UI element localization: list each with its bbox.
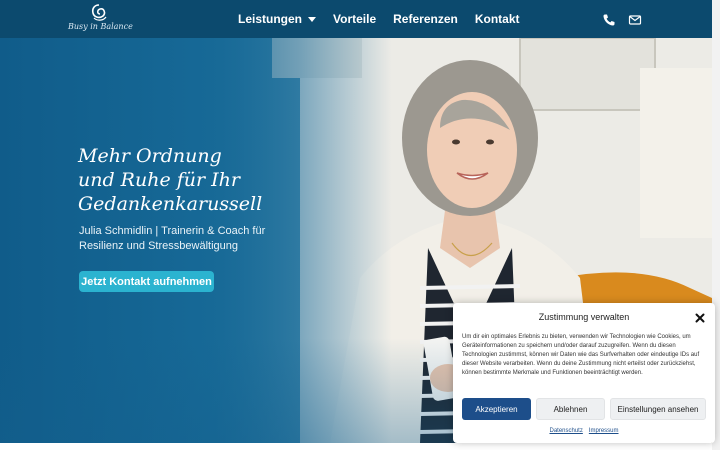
subline-line: Julia Schmidlin | Trainerin & Coach für: [79, 225, 266, 237]
content-start: [0, 443, 712, 450]
consent-text: Um dir ein optimales Erlebnis zu bieten,…: [462, 334, 700, 376]
email-icon[interactable]: [628, 12, 642, 26]
site-header: Busy in Balance Leistungen Vorteile Refe…: [0, 0, 712, 38]
cookie-consent-dialog: Zustimmung verwalten Um dir ein optimale…: [453, 303, 715, 443]
nav-item-label: Leistungen: [238, 12, 303, 26]
close-icon[interactable]: [694, 309, 706, 323]
chevron-down-icon: [308, 16, 317, 22]
headline-line: und Ruhe für Ihr: [78, 169, 240, 191]
phone-icon[interactable]: [602, 12, 616, 26]
spiral-logo-icon: [91, 4, 107, 21]
nav-item-leistungen[interactable]: Leistungen: [238, 12, 317, 26]
nav-item-vorteile[interactable]: Vorteile: [333, 12, 376, 26]
settings-button[interactable]: Einstellungen ansehen: [610, 398, 706, 420]
consent-links: Datenschutz Impressum: [453, 428, 715, 434]
nav-item-kontakt[interactable]: Kontakt: [475, 12, 520, 26]
nav-item-referenzen[interactable]: Referenzen: [393, 12, 458, 26]
logo[interactable]: Busy in Balance: [68, 2, 133, 36]
contact-cta-button[interactable]: Jetzt Kontakt aufnehmen: [79, 271, 214, 292]
logo-text: Busy in Balance: [68, 22, 133, 31]
headline-line: Gedankenkarussell: [78, 193, 263, 215]
subline-line: Resilienz und Stressbewältigung: [79, 240, 238, 252]
headline-line: Mehr Ordnung: [78, 145, 222, 167]
consent-buttons: Akzeptieren Ablehnen Einstellungen anseh…: [462, 398, 706, 420]
deny-button[interactable]: Ablehnen: [536, 398, 605, 420]
main-nav: Leistungen Vorteile Referenzen Kontakt: [238, 0, 537, 38]
hero-subline: Julia Schmidlin | Trainerin & Coach für …: [79, 224, 265, 254]
imprint-link[interactable]: Impressum: [589, 428, 619, 434]
nav-item-label: Referenzen: [393, 12, 458, 26]
privacy-link[interactable]: Datenschutz: [549, 428, 582, 434]
hero-headline: Mehr Ordnung und Ruhe für Ihr Gedankenka…: [78, 144, 262, 216]
accept-button[interactable]: Akzeptieren: [462, 398, 531, 420]
nav-item-label: Kontakt: [474, 12, 520, 26]
nav-item-label: Vorteile: [333, 12, 377, 26]
page: Busy in Balance Leistungen Vorteile Refe…: [0, 0, 720, 450]
consent-title: Zustimmung verwalten: [538, 312, 630, 322]
header-contact-icons: [602, 12, 642, 26]
